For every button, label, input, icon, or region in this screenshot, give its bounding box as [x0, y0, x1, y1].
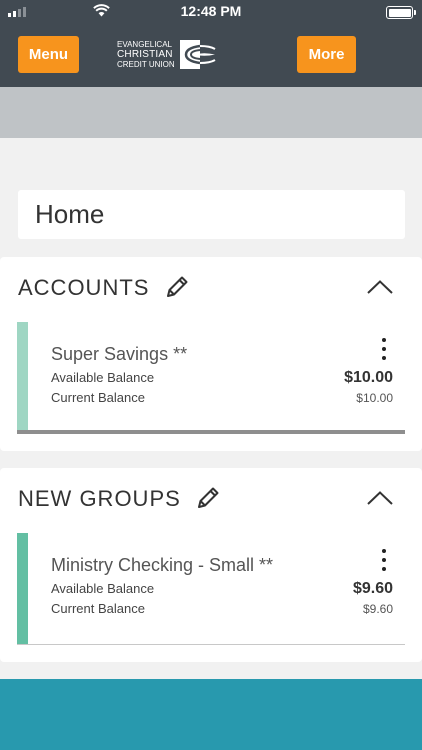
pencil-icon[interactable]: [164, 274, 190, 300]
available-balance-value: $10.00: [344, 369, 393, 386]
account-name: Ministry Checking - Small **: [51, 555, 274, 575]
section-title-accounts: ACCOUNTS: [18, 275, 150, 300]
available-balance-label: Available Balance: [51, 370, 155, 385]
kebab-menu-icon[interactable]: [379, 338, 389, 362]
current-balance-value: $9.60: [362, 602, 393, 616]
current-balance-label: Current Balance: [51, 601, 145, 616]
pencil-icon[interactable]: [195, 485, 221, 511]
footer-bar: [0, 679, 422, 750]
app-header: 12:48 PM Menu Evangelical Christian Cred…: [0, 0, 422, 87]
account-accent-bar: [17, 322, 28, 430]
menu-button[interactable]: Menu: [18, 36, 79, 73]
logo-wordmark: Evangelical Christian Credit Union: [117, 40, 177, 69]
chevron-up-icon[interactable]: [366, 279, 394, 295]
ecu-logo-icon: [180, 40, 216, 69]
section-title-new-groups: NEW GROUPS: [18, 486, 181, 511]
accounts-section: ACCOUNTS Super Savings ** Available Bala…: [0, 257, 422, 451]
status-time: 12:48 PM: [180, 3, 242, 19]
more-button[interactable]: More: [297, 36, 356, 73]
available-balance-label: Available Balance: [51, 581, 155, 596]
battery-icon: [386, 6, 416, 19]
current-balance-value: $10.00: [356, 391, 393, 405]
logo-line-3: Credit Union: [117, 60, 175, 69]
current-balance-label: Current Balance: [51, 390, 145, 405]
account-name: Super Savings **: [51, 344, 188, 364]
available-balance-value: $9.60: [352, 580, 393, 597]
account-card[interactable]: Ministry Checking - Small ** Available B…: [17, 533, 405, 645]
logo-line-2: Christian: [117, 49, 173, 60]
logo-line-1: Evangelical: [117, 40, 172, 49]
status-bar: 12:48 PM: [0, 0, 422, 24]
chevron-up-icon[interactable]: [366, 490, 394, 506]
kebab-menu-icon[interactable]: [379, 549, 389, 573]
new-groups-section: NEW GROUPS Ministry Checking - Small ** …: [0, 468, 422, 662]
account-accent-bar: [17, 533, 28, 644]
page-title: Home: [18, 190, 405, 239]
banner-area: [0, 87, 422, 138]
account-card[interactable]: Super Savings ** Available Balance Curre…: [17, 322, 405, 434]
